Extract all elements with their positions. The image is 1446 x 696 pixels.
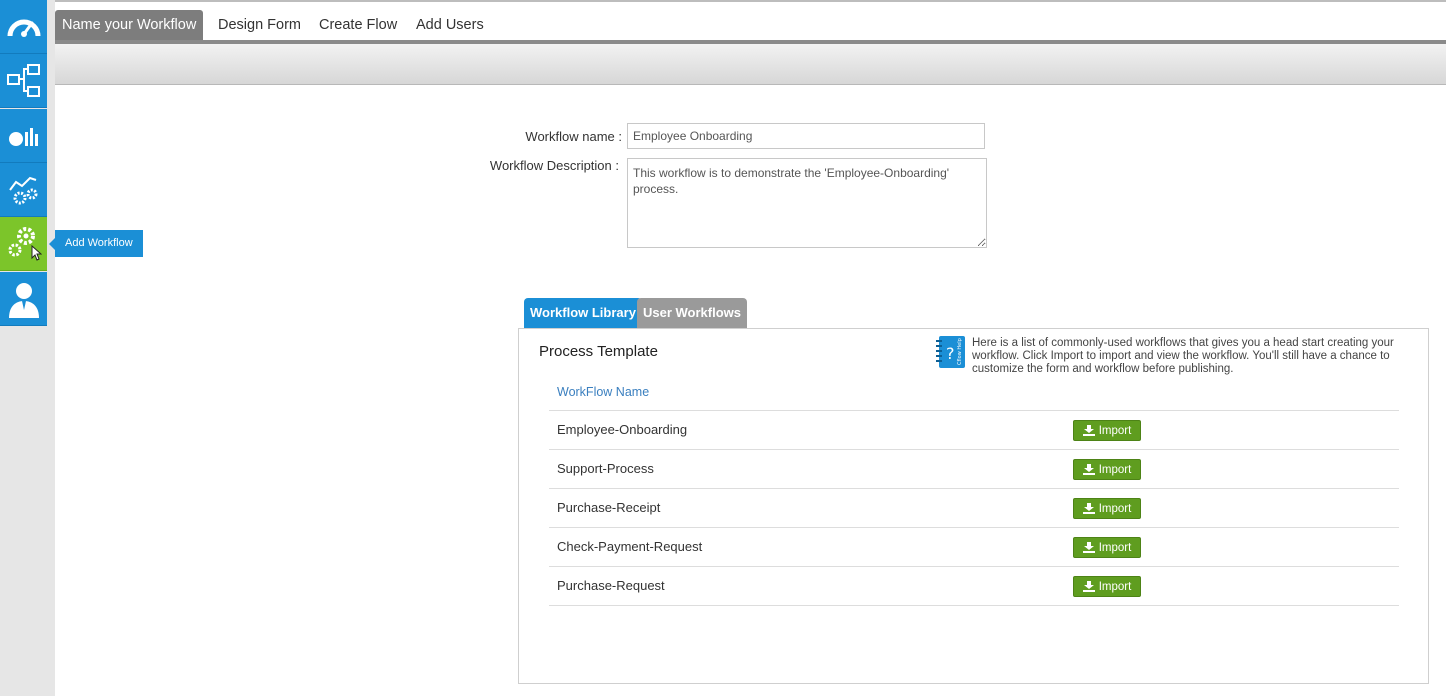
table-row: Employee-Onboarding Import <box>549 410 1399 449</box>
import-label: Import <box>1098 463 1132 476</box>
add-workflow-gears-icon <box>8 226 42 261</box>
sidebar-item-users[interactable] <box>0 272 47 326</box>
workflow-description-label: Workflow Description : <box>489 158 619 173</box>
row-workflow-name: Purchase-Request <box>557 578 665 593</box>
sidebar-item-workflow-settings[interactable] <box>0 163 47 217</box>
header-band <box>55 44 1446 85</box>
tab-design-form[interactable]: Design Form <box>211 10 308 42</box>
import-label: Import <box>1098 502 1132 515</box>
row-workflow-name: Check-Payment-Request <box>557 539 703 554</box>
sidebar <box>0 0 55 696</box>
import-button[interactable]: Import <box>1073 459 1141 480</box>
download-icon <box>1082 542 1095 553</box>
tab-name-your-workflow[interactable]: Name your Workflow <box>55 10 204 42</box>
tab-workflow-library[interactable]: Workflow Library <box>524 298 642 328</box>
import-button[interactable]: Import <box>1073 420 1141 441</box>
table-row: Purchase-Request Import <box>549 566 1399 606</box>
download-icon <box>1082 425 1095 436</box>
import-button[interactable]: Import <box>1073 576 1141 597</box>
import-label: Import <box>1098 541 1132 554</box>
svg-text:?: ? <box>946 344 955 363</box>
workflow-description-textarea[interactable]: This workflow is to demonstrate the 'Emp… <box>627 158 987 248</box>
sidebar-item-reports[interactable] <box>0 109 47 163</box>
help-icon[interactable]: ? Cflow Help <box>936 335 966 374</box>
user-icon <box>8 282 39 318</box>
download-icon <box>1082 581 1095 592</box>
reports-icon <box>8 127 38 146</box>
workflow-settings-icon <box>8 176 37 204</box>
workflow-diagram-icon <box>6 63 40 97</box>
tab-add-users[interactable]: Add Users <box>409 10 491 42</box>
row-workflow-name: Support-Process <box>557 461 654 476</box>
download-icon <box>1082 503 1095 514</box>
import-button[interactable]: Import <box>1073 498 1141 519</box>
add-workflow-tooltip: Add Workflow <box>49 230 143 257</box>
sidebar-item-workflow-diagram[interactable] <box>0 54 47 108</box>
sidebar-item-dashboard[interactable] <box>0 0 47 54</box>
table-row: Purchase-Receipt Import <box>549 488 1399 527</box>
download-icon <box>1082 464 1095 475</box>
panel-title: Process Template <box>539 343 658 360</box>
tab-user-workflows[interactable]: User Workflows <box>637 298 748 328</box>
table-row: Check-Payment-Request Import <box>549 527 1399 566</box>
process-template-panel: Process Template ? Cflow Help Here is a … <box>518 328 1429 684</box>
dashboard-icon <box>7 19 40 37</box>
help-text: Here is a list of commonly-used workflow… <box>972 337 1394 375</box>
sidebar-item-add-workflow[interactable] <box>0 217 47 271</box>
table-row: Support-Process Import <box>549 449 1399 488</box>
workflow-name-input[interactable] <box>627 123 985 149</box>
help-icon-text: Cflow Help <box>957 338 963 365</box>
import-button[interactable]: Import <box>1073 537 1141 558</box>
tab-create-flow[interactable]: Create Flow <box>312 10 404 42</box>
workflow-name-label: Workflow name : <box>525 129 622 144</box>
row-workflow-name: Purchase-Receipt <box>557 500 661 515</box>
import-label: Import <box>1098 424 1132 437</box>
row-workflow-name: Employee-Onboarding <box>557 422 688 437</box>
import-label: Import <box>1098 580 1132 593</box>
column-header-workflow-name: WorkFlow Name <box>557 385 650 399</box>
